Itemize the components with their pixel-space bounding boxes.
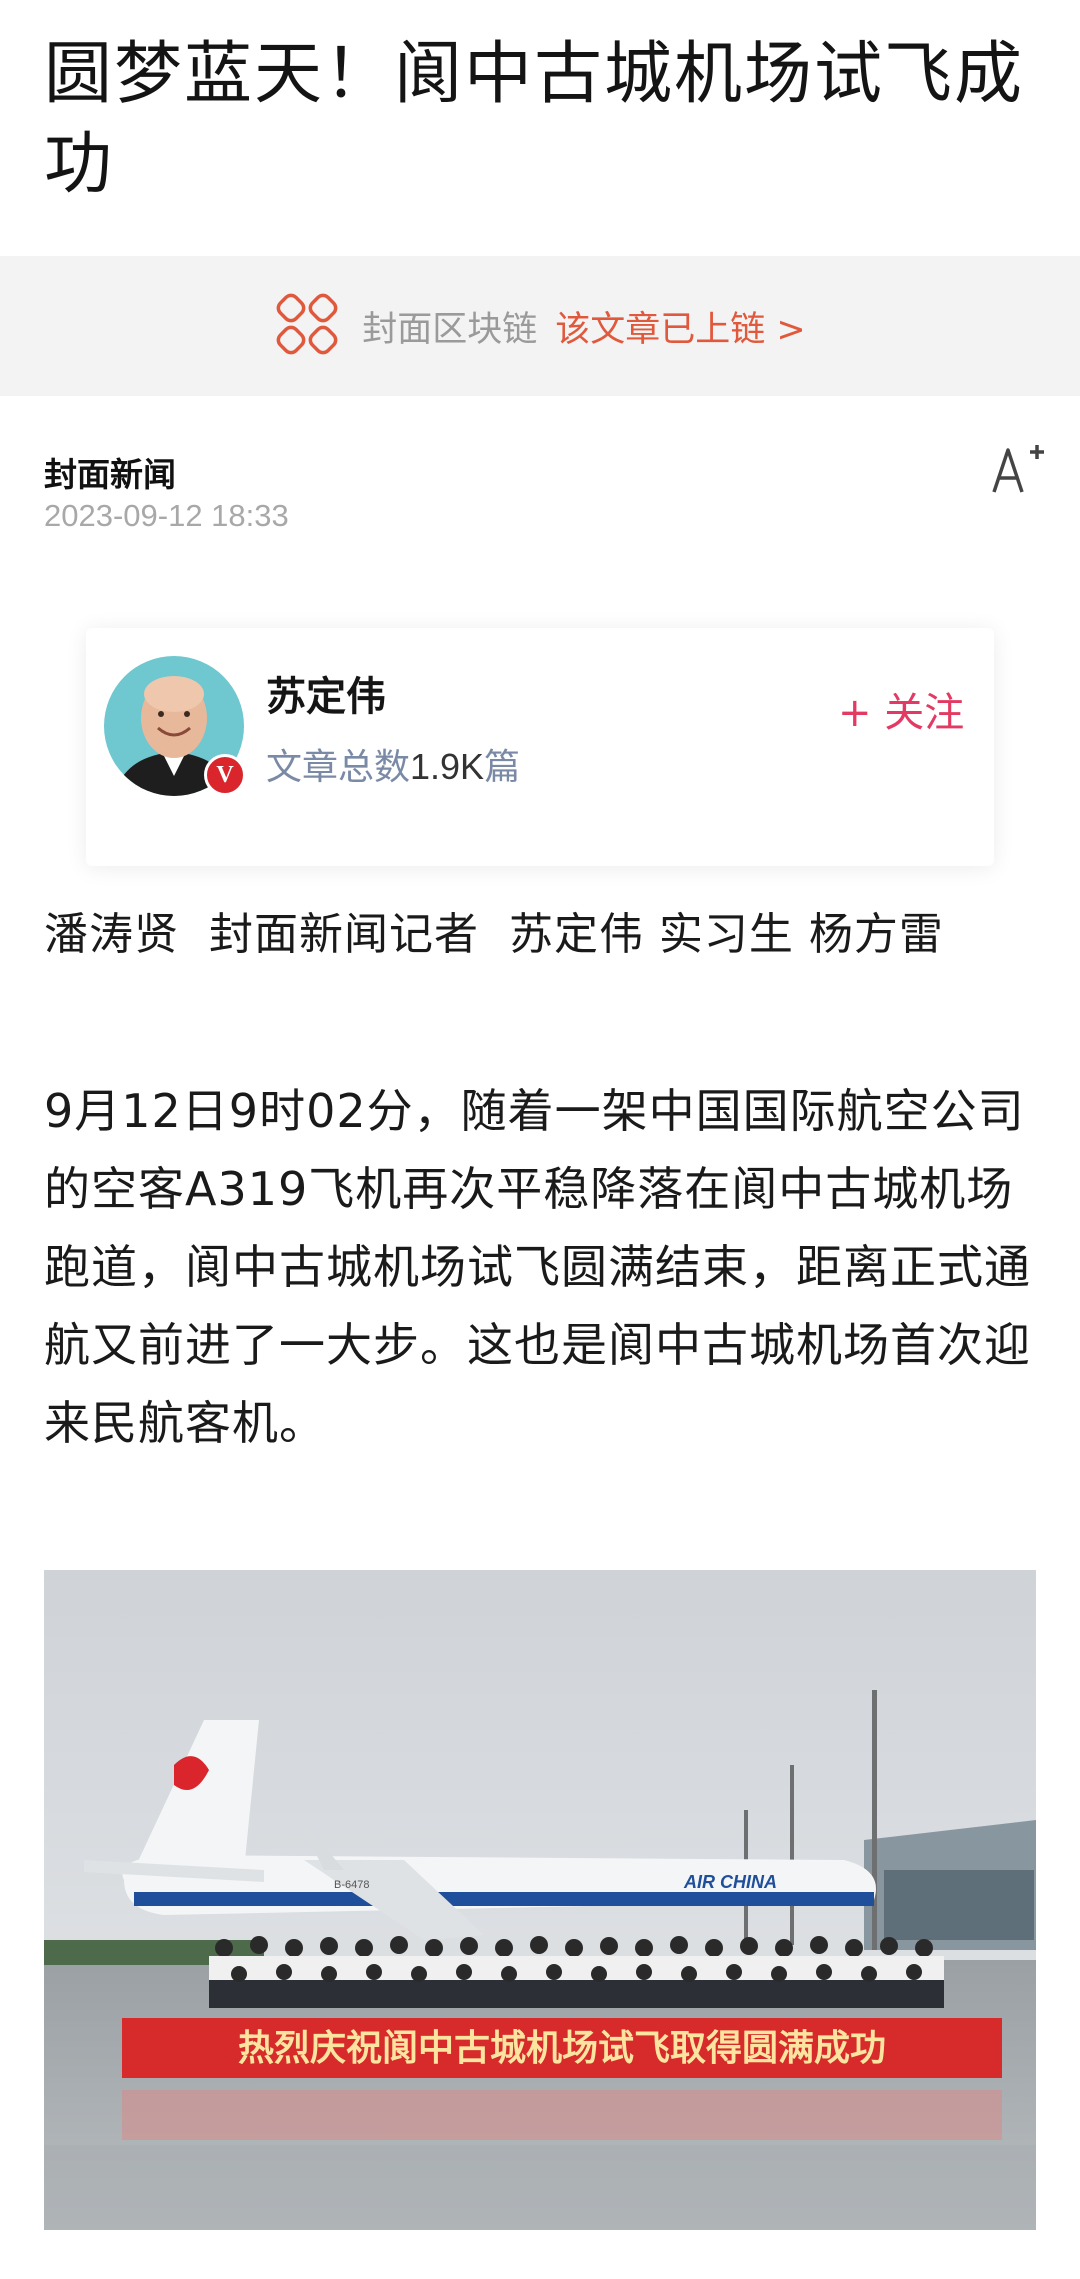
publish-date: 2023-09-12 18:33 bbox=[44, 498, 289, 533]
author-name[interactable]: 苏定伟 bbox=[266, 664, 386, 722]
aircraft-registration: B-6478 bbox=[334, 1879, 369, 1891]
follow-button[interactable]: + 关注 bbox=[838, 680, 964, 738]
article-photo[interactable]: AIR CHINA B-6478 热烈庆祝阆中古城机场试飞取得圆满成功 bbox=[44, 1570, 1036, 2230]
blockchain-label: 封面区块链 bbox=[362, 309, 538, 350]
on-chain-link[interactable]: 该文章已上链 > bbox=[555, 301, 805, 352]
article-paragraph: 9月12日9时02分，随着一架中国国际航空公司的空客A319飞机再次平稳降落在阆… bbox=[44, 1084, 1031, 1450]
avatar[interactable]: V bbox=[104, 656, 246, 796]
photo-banner-text: 热烈庆祝阆中古城机场试飞取得圆满成功 bbox=[238, 2028, 886, 2069]
article-count-label: 文章总数 bbox=[266, 747, 411, 788]
blockchain-banner[interactable]: 封面区块链 该文章已上链 > bbox=[0, 256, 1080, 396]
article-count-unit: 篇 bbox=[484, 747, 521, 788]
byline: 潘涛贤 封面新闻记者 苏定伟 实习生 杨方雷 bbox=[44, 909, 944, 960]
font-size-icon[interactable] bbox=[988, 440, 1048, 500]
airline-logo-text: AIR CHINA bbox=[683, 1872, 777, 1892]
blockchain-icon bbox=[276, 293, 338, 355]
article-count: 文章总数1.9K篇 bbox=[266, 738, 520, 790]
verified-badge: V bbox=[204, 754, 246, 796]
article-title: 圆梦蓝天！阆中古城机场试飞成功 bbox=[44, 35, 1025, 204]
article-count-value: 1.9K bbox=[410, 746, 485, 787]
author-card[interactable]: V 苏定伟 文章总数1.9K篇 + 关注 bbox=[86, 628, 994, 866]
source-name[interactable]: 封面新闻 bbox=[44, 448, 176, 496]
